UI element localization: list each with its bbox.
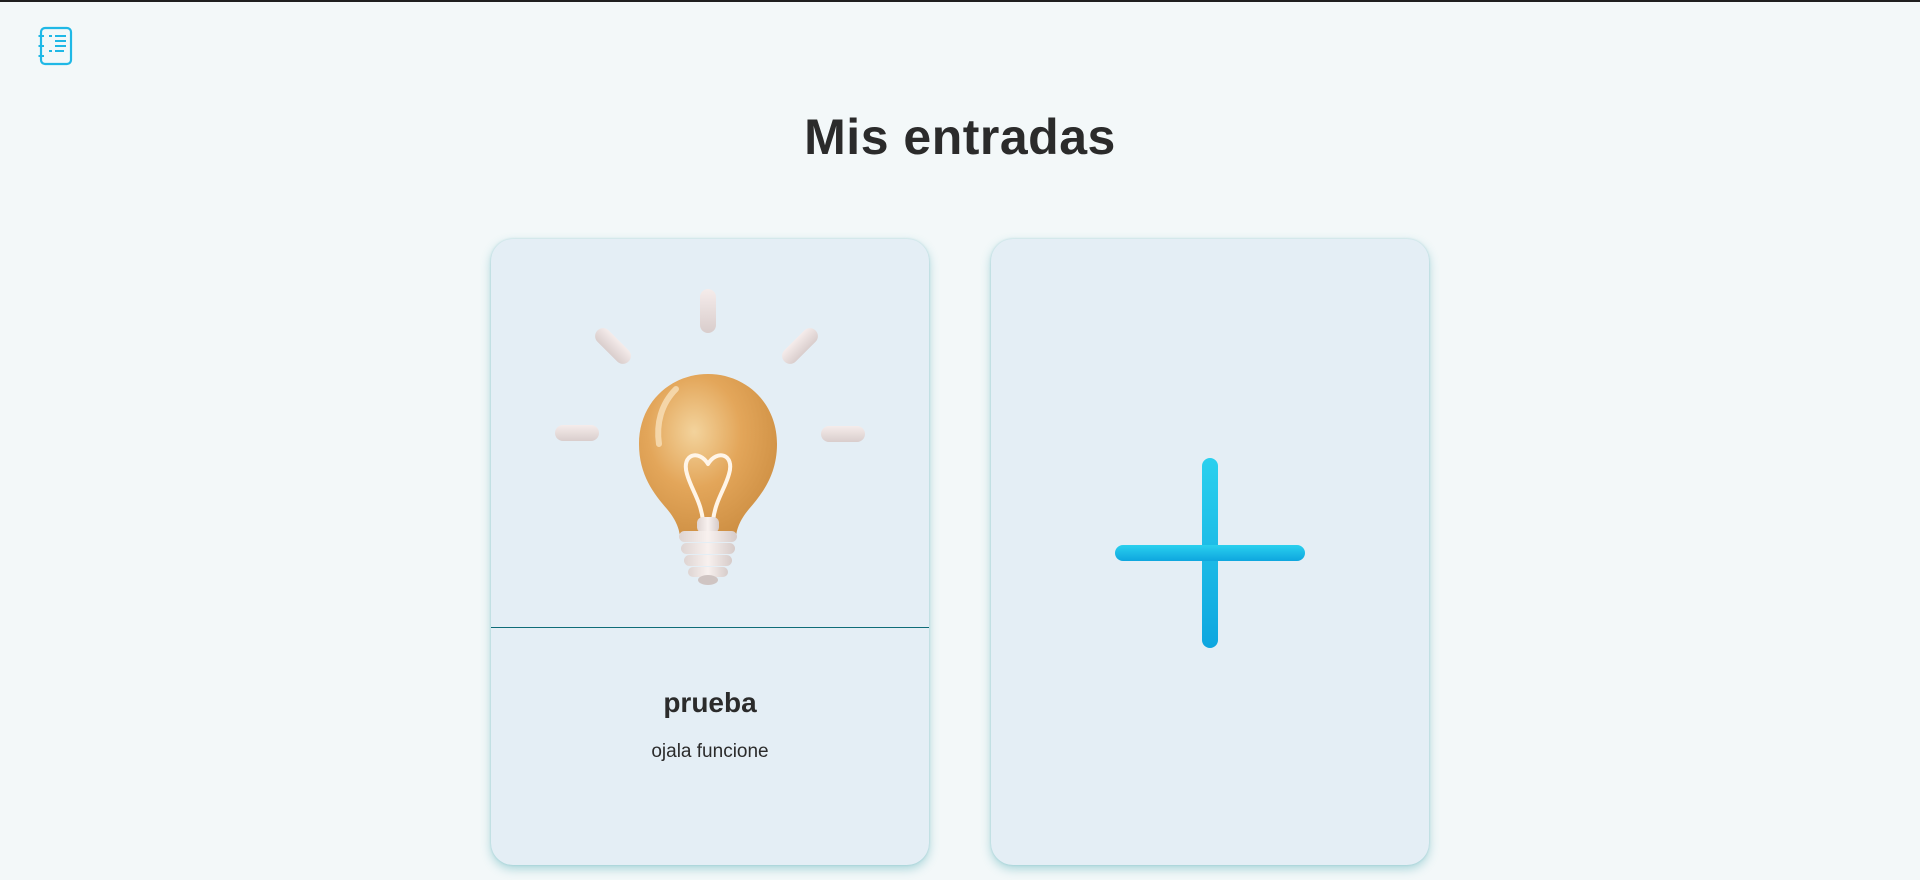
plus-icon[interactable] [1114, 457, 1306, 649]
entry-card[interactable]: prueba ojala funcione [491, 239, 929, 865]
lightbulb-icon [491, 239, 929, 627]
top-border [0, 0, 1920, 2]
entry-title: prueba [663, 687, 757, 718]
entry-description: ojala funcione [651, 741, 769, 762]
card-divider [491, 627, 929, 628]
notebook-list-icon[interactable] [38, 26, 74, 66]
add-entry-card[interactable] [991, 239, 1429, 865]
page-title: Mis entradas [804, 109, 1116, 165]
